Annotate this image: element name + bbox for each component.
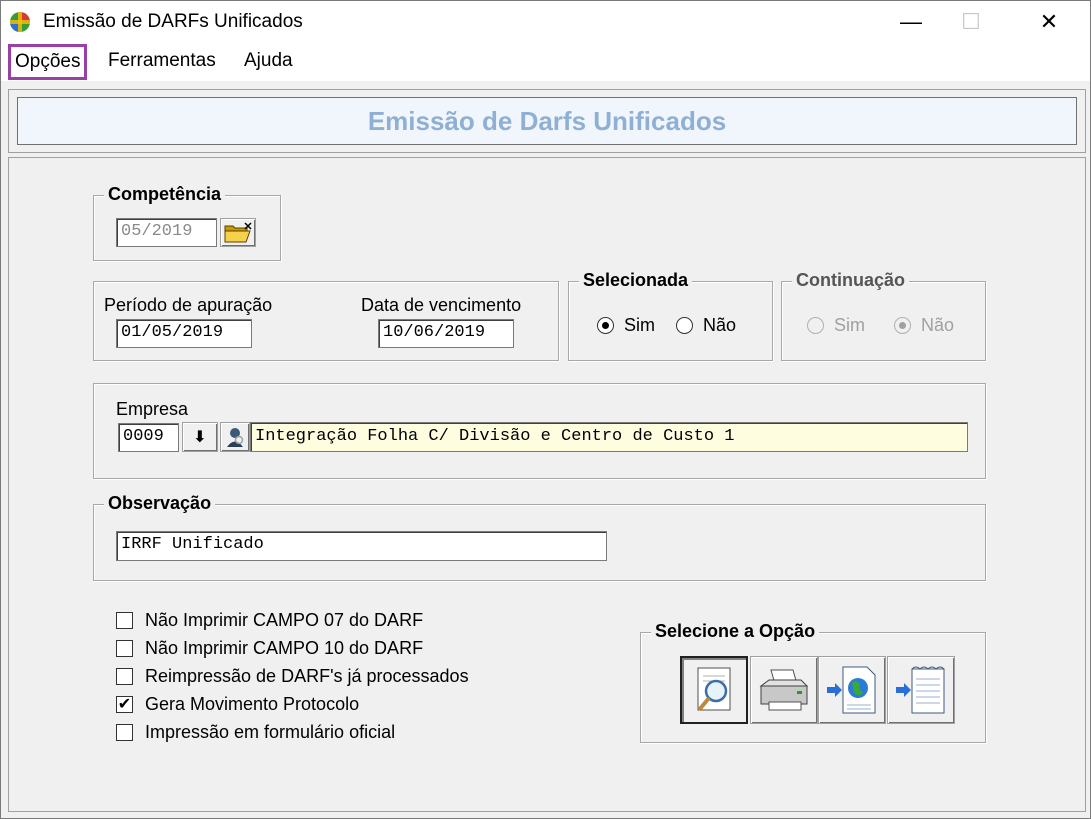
menu-ferramentas[interactable]: Ferramentas: [104, 44, 220, 80]
data-vencimento-label: Data de vencimento: [361, 295, 522, 315]
periodo-apuracao-label: Período de apuração: [104, 295, 273, 315]
maximize-icon: ☐: [961, 9, 981, 34]
checkbox-unchecked-icon: [116, 612, 133, 629]
export-file-button[interactable]: [887, 656, 955, 724]
empresa-code-input[interactable]: 0009: [118, 423, 179, 452]
export-web-icon: [827, 666, 876, 714]
print-button[interactable]: [750, 656, 818, 724]
empresa-search-button[interactable]: [220, 422, 250, 452]
check-campo07-label: Não Imprimir CAMPO 07 do DARF: [145, 610, 424, 630]
periodo-apuracao-input[interactable]: 01/05/2019: [116, 319, 252, 348]
continuacao-sim-label: Sim: [834, 315, 865, 335]
export-file-icon: [896, 666, 945, 714]
checkbox-checked-icon: ✔: [116, 696, 133, 713]
export-web-button[interactable]: [818, 656, 886, 724]
selecionada-sim-radio[interactable]: Sim: [597, 315, 655, 336]
continuacao-nao-label: Não: [921, 315, 955, 335]
selecionada-sim-label: Sim: [624, 315, 655, 335]
empresa-name-field[interactable]: Integração Folha C/ Divisão e Centro de …: [250, 422, 968, 452]
radio-unchecked-icon: [807, 317, 824, 334]
radio-checked-icon: [597, 317, 614, 334]
check-gera-movimento-label: Gera Movimento Protocolo: [145, 694, 360, 714]
continuacao-sim-radio: Sim: [807, 315, 865, 336]
menu-opcoes[interactable]: Opções: [8, 44, 88, 80]
empresa-download-button[interactable]: ⬇: [182, 422, 218, 452]
check-campo10[interactable]: Não Imprimir CAMPO 10 do DARF: [116, 638, 423, 659]
download-icon: ⬇: [193, 429, 207, 446]
open-folder-button[interactable]: [220, 218, 256, 247]
selecionada-nao-label: Não: [703, 315, 737, 335]
opcoes-label: Selecione a Opção: [651, 621, 820, 641]
application-window: Emissão de DARFs Unificados — ☐ ✕ Opções…: [0, 0, 1091, 819]
empresa-label: Empresa: [116, 399, 189, 419]
page-title: Emissão de Darfs Unificados: [17, 97, 1077, 145]
folder-open-icon: [224, 221, 252, 242]
title-bar: Emissão de DARFs Unificados — ☐ ✕: [1, 1, 1090, 43]
header-panel: Emissão de Darfs Unificados: [8, 89, 1086, 153]
check-campo07[interactable]: Não Imprimir CAMPO 07 do DARF: [116, 610, 423, 631]
check-gera-movimento[interactable]: ✔ Gera Movimento Protocolo: [116, 694, 359, 715]
preview-icon: [697, 667, 731, 712]
check-reimpressao[interactable]: Reimpressão de DARF's já processados: [116, 666, 469, 687]
check-formulario-oficial[interactable]: Impressão em formulário oficial: [116, 722, 395, 743]
app-logo-icon: [10, 12, 30, 32]
checkbox-unchecked-icon: [116, 668, 133, 685]
observacao-label: Observação: [104, 493, 216, 513]
check-reimpressao-label: Reimpressão de DARF's já processados: [145, 666, 469, 686]
data-vencimento-input[interactable]: 10/06/2019: [378, 319, 514, 348]
close-button[interactable]: ✕: [1019, 1, 1079, 43]
menu-bar: Opções Ferramentas Ajuda: [1, 43, 1090, 81]
competencia-input[interactable]: 05/2019: [116, 218, 217, 247]
radio-unchecked-icon: [676, 317, 693, 334]
person-search-icon: [227, 428, 244, 447]
window-title: Emissão de DARFs Unificados: [43, 11, 303, 32]
selecionada-label: Selecionada: [579, 270, 693, 290]
printer-icon: [759, 669, 809, 711]
menu-ajuda[interactable]: Ajuda: [240, 44, 297, 80]
observacao-input[interactable]: IRRF Unificado: [116, 531, 607, 561]
selecionada-nao-radio[interactable]: Não: [676, 315, 736, 336]
continuacao-nao-radio: Não: [894, 315, 954, 336]
competencia-label: Competência: [104, 184, 226, 204]
minimize-button[interactable]: —: [881, 1, 941, 43]
checkbox-unchecked-icon: [116, 724, 133, 741]
preview-button[interactable]: [680, 656, 748, 724]
continuacao-label: Continuação: [792, 270, 910, 290]
maximize-button[interactable]: ☐: [941, 1, 1001, 43]
close-icon: ✕: [1039, 9, 1059, 34]
checkbox-unchecked-icon: [116, 640, 133, 657]
minimize-icon: —: [900, 9, 922, 34]
check-campo10-label: Não Imprimir CAMPO 10 do DARF: [145, 638, 424, 658]
radio-checked-icon: [894, 317, 911, 334]
check-formulario-oficial-label: Impressão em formulário oficial: [145, 722, 396, 742]
